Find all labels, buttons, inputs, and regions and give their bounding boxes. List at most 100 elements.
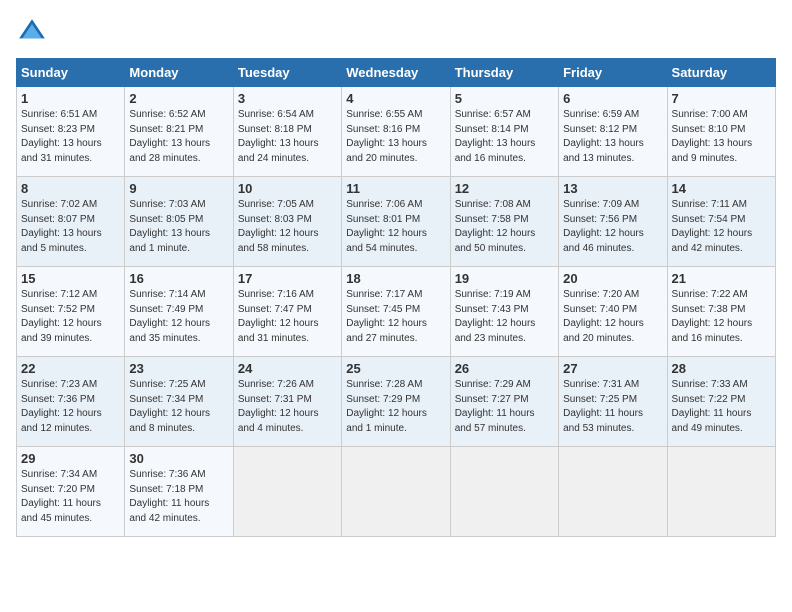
day-detail: Sunrise: 7:16 AMSunset: 7:47 PMDaylight:… [238, 288, 337, 346]
calendar-table: SundayMondayTuesdayWednesdayThursdayFrid… [16, 58, 776, 537]
day-number: 7 [672, 91, 771, 106]
day-number: 6 [563, 91, 662, 106]
header-cell-wednesday: Wednesday [342, 59, 450, 87]
day-detail: Sunrise: 7:02 AMSunset: 8:07 PMDaylight:… [21, 198, 120, 256]
calendar-cell: 14 Sunrise: 7:11 AMSunset: 7:54 PMDayligh… [667, 177, 775, 267]
day-number: 5 [455, 91, 554, 106]
calendar-cell: 2 Sunrise: 6:52 AMSunset: 8:21 PMDaylight… [125, 87, 233, 177]
calendar-cell: 20 Sunrise: 7:20 AMSunset: 7:40 PMDayligh… [559, 267, 667, 357]
calendar-cell: 3Sunrise: 6:54 AMSunset: 8:18 PMDaylight… [233, 87, 341, 177]
day-number: 20 [563, 271, 662, 286]
calendar-cell: 9 Sunrise: 7:03 AMSunset: 8:05 PMDaylight… [125, 177, 233, 267]
calendar-cell: 25 Sunrise: 7:28 AMSunset: 7:29 PMDayligh… [342, 357, 450, 447]
calendar-cell: 26 Sunrise: 7:29 AMSunset: 7:27 PMDayligh… [450, 357, 558, 447]
logo [16, 16, 52, 48]
day-detail: Sunrise: 6:59 AMSunset: 8:12 PMDaylight:… [563, 108, 662, 166]
day-number: 2 [129, 91, 228, 106]
header-cell-saturday: Saturday [667, 59, 775, 87]
day-detail: Sunrise: 7:03 AMSunset: 8:05 PMDaylight:… [129, 198, 228, 256]
day-detail: Sunrise: 7:05 AMSunset: 8:03 PMDaylight:… [238, 198, 337, 256]
day-detail: Sunrise: 6:55 AMSunset: 8:16 PMDaylight:… [346, 108, 445, 166]
day-number: 21 [672, 271, 771, 286]
calendar-week-3: 22 Sunrise: 7:23 AMSunset: 7:36 PMDayligh… [17, 357, 776, 447]
day-detail: Sunrise: 7:20 AMSunset: 7:40 PMDaylight:… [563, 288, 662, 346]
calendar-week-1: 8 Sunrise: 7:02 AMSunset: 8:07 PMDaylight… [17, 177, 776, 267]
day-number: 1 [21, 91, 120, 106]
calendar-cell: 21 Sunrise: 7:22 AMSunset: 7:38 PMDayligh… [667, 267, 775, 357]
calendar-cell: 29 Sunrise: 7:34 AMSunset: 7:20 PMDayligh… [17, 447, 125, 537]
calendar-cell: 12Sunrise: 7:08 AMSunset: 7:58 PMDayligh… [450, 177, 558, 267]
header-cell-sunday: Sunday [17, 59, 125, 87]
header [16, 16, 776, 48]
day-number: 12 [455, 181, 554, 196]
day-detail: Sunrise: 7:28 AMSunset: 7:29 PMDaylight:… [346, 378, 445, 436]
day-number: 22 [21, 361, 120, 376]
calendar-header-row: SundayMondayTuesdayWednesdayThursdayFrid… [17, 59, 776, 87]
day-number: 29 [21, 451, 120, 466]
logo-icon [16, 16, 48, 48]
day-number: 11 [346, 181, 445, 196]
calendar-cell: 24 Sunrise: 7:26 AMSunset: 7:31 PMDayligh… [233, 357, 341, 447]
day-detail: Sunrise: 7:14 AMSunset: 7:49 PMDaylight:… [129, 288, 228, 346]
day-detail: Sunrise: 7:00 AMSunset: 8:10 PMDaylight:… [672, 108, 771, 166]
calendar-cell: 23 Sunrise: 7:25 AMSunset: 7:34 PMDayligh… [125, 357, 233, 447]
calendar-cell [233, 447, 341, 537]
day-detail: Sunrise: 7:22 AMSunset: 7:38 PMDaylight:… [672, 288, 771, 346]
calendar-cell [450, 447, 558, 537]
day-detail: Sunrise: 7:09 AMSunset: 7:56 PMDaylight:… [563, 198, 662, 256]
day-detail: Sunrise: 7:06 AMSunset: 8:01 PMDaylight:… [346, 198, 445, 256]
day-number: 16 [129, 271, 228, 286]
day-number: 4 [346, 91, 445, 106]
day-number: 3 [238, 91, 337, 106]
day-number: 28 [672, 361, 771, 376]
day-detail: Sunrise: 7:17 AMSunset: 7:45 PMDaylight:… [346, 288, 445, 346]
calendar-cell: 15 Sunrise: 7:12 AMSunset: 7:52 PMDayligh… [17, 267, 125, 357]
calendar-cell: 1 Sunrise: 6:51 AMSunset: 8:23 PMDaylight… [17, 87, 125, 177]
day-detail: Sunrise: 7:36 AMSunset: 7:18 PMDaylight:… [129, 468, 228, 526]
header-cell-friday: Friday [559, 59, 667, 87]
day-number: 18 [346, 271, 445, 286]
day-number: 25 [346, 361, 445, 376]
day-detail: Sunrise: 6:52 AMSunset: 8:21 PMDaylight:… [129, 108, 228, 166]
day-number: 30 [129, 451, 228, 466]
calendar-week-2: 15 Sunrise: 7:12 AMSunset: 7:52 PMDayligh… [17, 267, 776, 357]
day-detail: Sunrise: 7:19 AMSunset: 7:43 PMDaylight:… [455, 288, 554, 346]
day-detail: Sunrise: 7:29 AMSunset: 7:27 PMDaylight:… [455, 378, 554, 436]
calendar-cell: 10 Sunrise: 7:05 AMSunset: 8:03 PMDayligh… [233, 177, 341, 267]
calendar-cell: 28Sunrise: 7:33 AMSunset: 7:22 PMDayligh… [667, 357, 775, 447]
calendar-cell: 8 Sunrise: 7:02 AMSunset: 8:07 PMDaylight… [17, 177, 125, 267]
day-number: 23 [129, 361, 228, 376]
calendar-cell: 5 Sunrise: 6:57 AMSunset: 8:14 PMDaylight… [450, 87, 558, 177]
day-detail: Sunrise: 6:51 AMSunset: 8:23 PMDaylight:… [21, 108, 120, 166]
day-number: 15 [21, 271, 120, 286]
day-detail: Sunrise: 7:26 AMSunset: 7:31 PMDaylight:… [238, 378, 337, 436]
header-cell-thursday: Thursday [450, 59, 558, 87]
day-detail: Sunrise: 7:23 AMSunset: 7:36 PMDaylight:… [21, 378, 120, 436]
day-detail: Sunrise: 7:25 AMSunset: 7:34 PMDaylight:… [129, 378, 228, 436]
calendar-cell: 30 Sunrise: 7:36 AMSunset: 7:18 PMDayligh… [125, 447, 233, 537]
day-number: 10 [238, 181, 337, 196]
calendar-cell: 6 Sunrise: 6:59 AMSunset: 8:12 PMDaylight… [559, 87, 667, 177]
day-number: 9 [129, 181, 228, 196]
calendar-cell [667, 447, 775, 537]
day-number: 26 [455, 361, 554, 376]
day-number: 8 [21, 181, 120, 196]
day-number: 19 [455, 271, 554, 286]
day-number: 24 [238, 361, 337, 376]
calendar-cell: 18 Sunrise: 7:17 AMSunset: 7:45 PMDayligh… [342, 267, 450, 357]
day-number: 14 [672, 181, 771, 196]
calendar-week-4: 29 Sunrise: 7:34 AMSunset: 7:20 PMDayligh… [17, 447, 776, 537]
day-detail: Sunrise: 7:34 AMSunset: 7:20 PMDaylight:… [21, 468, 120, 526]
calendar-body: 1 Sunrise: 6:51 AMSunset: 8:23 PMDaylight… [17, 87, 776, 537]
calendar-cell: 7 Sunrise: 7:00 AMSunset: 8:10 PMDaylight… [667, 87, 775, 177]
calendar-cell: 27Sunrise: 7:31 AMSunset: 7:25 PMDayligh… [559, 357, 667, 447]
day-detail: Sunrise: 7:11 AMSunset: 7:54 PMDaylight:… [672, 198, 771, 256]
calendar-cell: 4 Sunrise: 6:55 AMSunset: 8:16 PMDaylight… [342, 87, 450, 177]
calendar-week-0: 1 Sunrise: 6:51 AMSunset: 8:23 PMDaylight… [17, 87, 776, 177]
calendar-cell: 13Sunrise: 7:09 AMSunset: 7:56 PMDayligh… [559, 177, 667, 267]
day-number: 17 [238, 271, 337, 286]
day-detail: Sunrise: 6:57 AMSunset: 8:14 PMDaylight:… [455, 108, 554, 166]
day-detail: Sunrise: 7:12 AMSunset: 7:52 PMDaylight:… [21, 288, 120, 346]
calendar-cell: 22 Sunrise: 7:23 AMSunset: 7:36 PMDayligh… [17, 357, 125, 447]
calendar-cell: 17 Sunrise: 7:16 AMSunset: 7:47 PMDayligh… [233, 267, 341, 357]
